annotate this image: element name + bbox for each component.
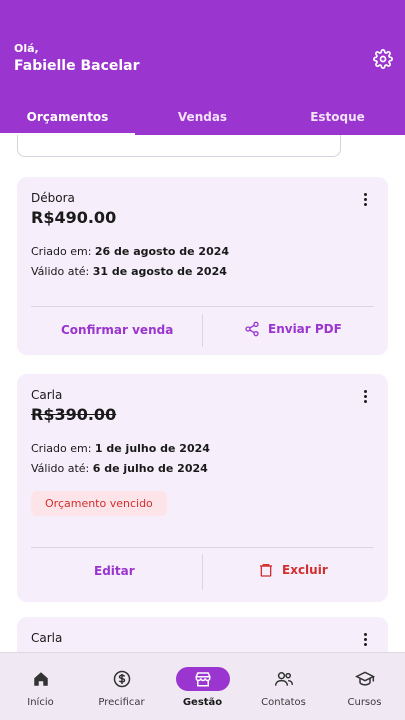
greeting-text: Olá,: [14, 42, 39, 55]
people-icon: [257, 667, 311, 691]
confirm-sale-button[interactable]: Confirmar venda: [61, 323, 173, 337]
previous-card-stub: [17, 135, 341, 157]
edit-button[interactable]: Editar: [94, 564, 135, 578]
valid-date-row: Válido até: 31 de agosto de 2024: [31, 265, 227, 278]
home-icon: [14, 667, 68, 691]
more-vert-icon[interactable]: [362, 390, 368, 406]
created-label: Criado em:: [31, 245, 92, 258]
valid-value: 6 de julho de 2024: [92, 462, 208, 475]
valid-value: 31 de agosto de 2024: [92, 265, 227, 278]
more-vert-icon[interactable]: [362, 633, 368, 649]
quote-price: R$490.00: [31, 208, 117, 227]
created-value: 26 de agosto de 2024: [94, 245, 230, 258]
status-badge: Orçamento vencido: [31, 491, 167, 516]
trash-icon: [260, 564, 272, 577]
quote-card: Carla R$390.00 Criado em: 1 de julho de …: [17, 374, 388, 602]
nav-item-cursos[interactable]: Cursos: [324, 653, 405, 720]
more-vert-icon[interactable]: [362, 193, 368, 209]
divider: [31, 547, 374, 548]
delete-button[interactable]: Excluir: [258, 562, 328, 578]
client-name: Débora: [31, 191, 75, 205]
quote-price: R$390.00: [31, 405, 117, 424]
user-name: Fabielle Bacelar: [14, 58, 140, 74]
nav-label-gestao: Gestão: [182, 697, 223, 708]
nav-item-precificar[interactable]: Precificar: [81, 653, 162, 720]
valid-label: Válido até:: [31, 265, 90, 278]
quote-card: Débora R$490.00 Criado em: 26 de agosto …: [17, 177, 388, 355]
tab-estoque[interactable]: Estoque: [270, 100, 405, 135]
client-name: Carla: [31, 388, 63, 402]
nav-label-cursos: Cursos: [347, 697, 382, 708]
nav-item-gestao[interactable]: Gestão: [162, 653, 243, 720]
tab-vendas[interactable]: Vendas: [135, 100, 270, 135]
valid-date-row: Válido até: 6 de julho de 2024: [31, 462, 208, 475]
created-label: Criado em:: [31, 442, 92, 455]
divider-vertical: [202, 314, 203, 347]
nav-item-inicio[interactable]: Início: [0, 653, 81, 720]
edit-label: Editar: [94, 564, 135, 578]
tab-orcamentos[interactable]: Orçamentos: [0, 100, 135, 135]
confirm-sale-label: Confirmar venda: [61, 323, 174, 337]
nav-item-contatos[interactable]: Contatos: [243, 653, 324, 720]
dollar-circle-icon: [95, 667, 149, 691]
created-value: 1 de julho de 2024: [94, 442, 210, 455]
created-date-row: Criado em: 1 de julho de 2024: [31, 442, 210, 455]
client-name: Carla: [31, 631, 63, 645]
bottom-navigation: Início Precificar Gestão Contatos Cursos: [0, 652, 405, 720]
tab-bar: Orçamentos Vendas Estoque: [0, 100, 405, 135]
send-pdf-button[interactable]: Enviar PDF: [244, 321, 342, 337]
nav-label-inicio: Início: [27, 697, 54, 708]
quotes-list[interactable]: Débora R$490.00 Criado em: 26 de agosto …: [0, 135, 405, 652]
app-header: Olá, Fabielle Bacelar Orçamentos Vendas …: [0, 0, 405, 135]
graduation-cap-icon: [338, 667, 392, 691]
share-icon: [245, 321, 259, 337]
nav-label-precificar: Precificar: [98, 697, 145, 708]
gear-icon[interactable]: [373, 49, 393, 69]
divider-vertical: [202, 554, 203, 590]
quote-card: Carla: [17, 617, 388, 652]
store-icon: [175, 667, 230, 691]
send-pdf-label: Enviar PDF: [268, 322, 342, 336]
delete-label: Excluir: [282, 563, 328, 577]
created-date-row: Criado em: 26 de agosto de 2024: [31, 245, 229, 258]
valid-label: Válido até:: [31, 462, 90, 475]
divider: [31, 306, 374, 307]
nav-label-contatos: Contatos: [261, 697, 306, 708]
